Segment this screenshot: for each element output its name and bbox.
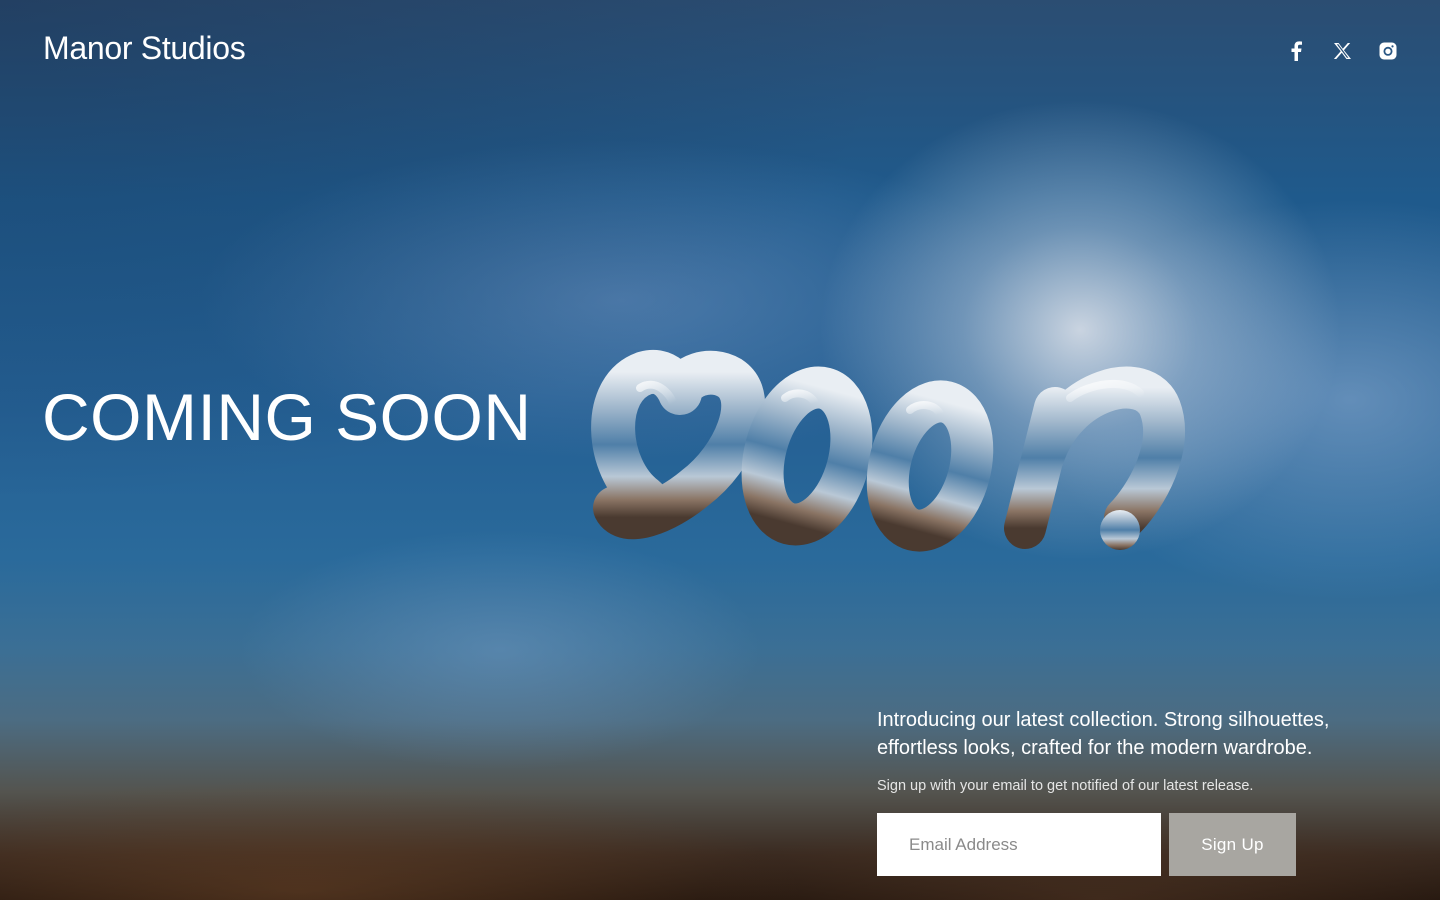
- signup-panel: Introducing our latest collection. Stron…: [877, 706, 1397, 876]
- brand-logo[interactable]: Manor Studios: [43, 30, 246, 67]
- email-field[interactable]: [877, 813, 1161, 876]
- social-links: [1284, 36, 1400, 66]
- coming-soon-headline: COMING SOON: [42, 380, 532, 454]
- x-twitter-icon: [1333, 43, 1351, 59]
- balloon-soon-artwork: [591, 350, 1185, 552]
- signup-note: Sign up with your email to get notified …: [877, 778, 1254, 794]
- facebook-icon: [1291, 41, 1302, 61]
- facebook-link[interactable]: [1284, 36, 1308, 66]
- instagram-link[interactable]: [1376, 36, 1400, 66]
- instagram-icon: [1379, 42, 1397, 60]
- collection-intro: Introducing our latest collection. Stron…: [877, 709, 1330, 759]
- x-link[interactable]: [1330, 36, 1354, 66]
- sign-up-button[interactable]: Sign Up: [1169, 813, 1296, 876]
- signup-form: Sign Up: [877, 813, 1397, 876]
